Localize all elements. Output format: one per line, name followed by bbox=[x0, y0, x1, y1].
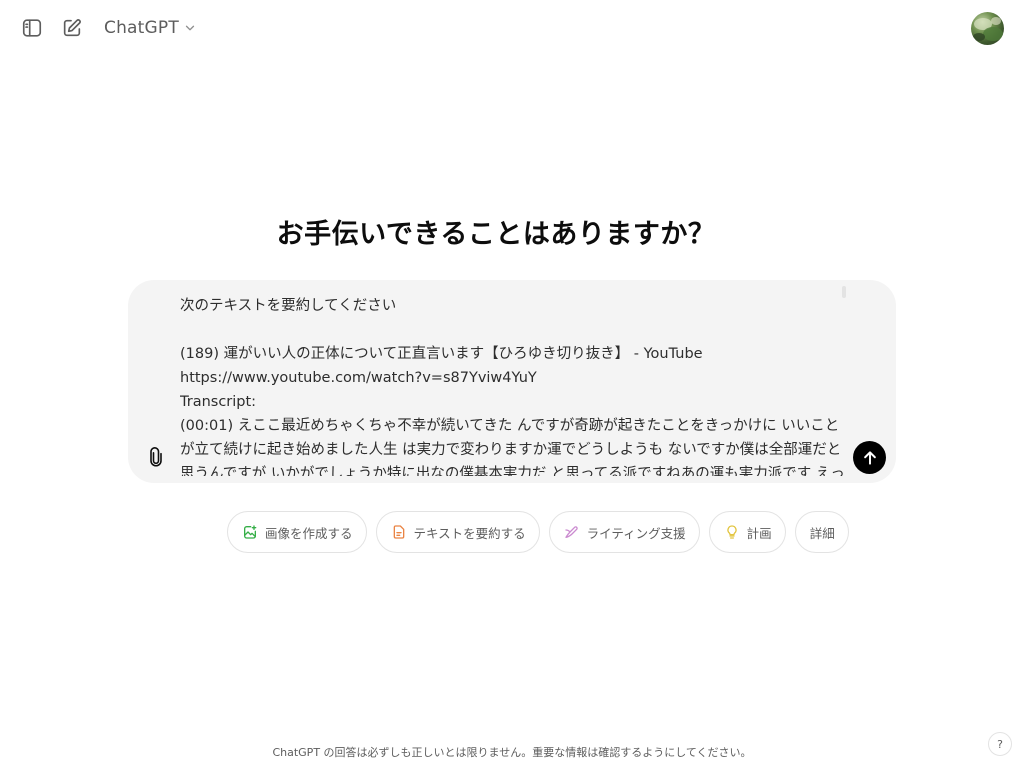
chip-label: テキストを要約する bbox=[413, 525, 526, 541]
model-switcher[interactable]: ChatGPT bbox=[98, 13, 203, 43]
chevron-down-icon bbox=[185, 25, 195, 31]
prompt-composer: 次のテキストを要約してください (189) 運がいい人の正体について正直言います… bbox=[128, 280, 896, 483]
help-label: ? bbox=[997, 737, 1003, 751]
suggestion-create-image[interactable]: 画像を作成する bbox=[227, 511, 367, 553]
send-button[interactable] bbox=[853, 441, 886, 474]
suggestion-writing-help[interactable]: ライティング支援 bbox=[548, 511, 700, 553]
disclaimer-text: ChatGPT の回答は必ずしも正しいとは限りません。重要な情報は確認するように… bbox=[272, 746, 752, 759]
image-create-icon bbox=[244, 525, 257, 539]
suggestion-chips: 画像を作成する テキストを要約する ライティング支援 計画 詳細 bbox=[227, 511, 849, 553]
prompt-textarea[interactable]: 次のテキストを要約してください (189) 運がいい人の正体について正直言います… bbox=[180, 294, 848, 476]
chip-label: ライティング支援 bbox=[586, 525, 686, 541]
lightbulb-icon bbox=[726, 525, 737, 539]
prompt-line: 次のテキストを要約してください bbox=[180, 298, 397, 314]
document-icon bbox=[393, 525, 404, 539]
page-heading: お手伝いできることはありますか？ bbox=[276, 219, 716, 250]
user-avatar[interactable] bbox=[971, 12, 1004, 45]
arrow-up-icon bbox=[863, 450, 876, 465]
chip-label: 計画 bbox=[746, 525, 772, 541]
suggestion-summarize-text[interactable]: テキストを要約する bbox=[375, 511, 540, 553]
prompt-line: (00:01) えここ最近めちゃくちゃ不幸が続いてきた んですが奇跡が起きたこと… bbox=[180, 418, 845, 476]
sidebar-toggle-icon bbox=[22, 19, 42, 37]
prompt-line: https://www.youtube.com/watch?v=s87Yviw4… bbox=[180, 370, 537, 386]
prompt-line: Transcript: bbox=[180, 394, 257, 410]
prompt-line: (189) 運がいい人の正体について正直言います【ひろゆき切り抜き】 - You… bbox=[180, 346, 703, 362]
pen-icon bbox=[564, 526, 578, 538]
new-chat-button[interactable] bbox=[58, 14, 86, 42]
textarea-scrollbar[interactable] bbox=[842, 286, 846, 298]
prompt-line bbox=[180, 318, 848, 342]
avatar-image bbox=[973, 17, 1003, 41]
model-label: ChatGPT bbox=[104, 18, 179, 38]
paperclip-icon bbox=[150, 447, 162, 467]
sidebar-toggle-button[interactable] bbox=[18, 14, 46, 42]
new-chat-icon bbox=[63, 19, 81, 37]
top-bar: ChatGPT bbox=[0, 0, 1024, 56]
chip-label: 画像を作成する bbox=[265, 525, 353, 541]
help-button[interactable]: ? bbox=[988, 732, 1012, 756]
suggestion-plan[interactable]: 計画 bbox=[708, 511, 786, 553]
suggestion-more[interactable]: 詳細 bbox=[794, 511, 849, 553]
chip-label: 詳細 bbox=[809, 525, 835, 541]
attach-file-button[interactable] bbox=[144, 444, 168, 470]
